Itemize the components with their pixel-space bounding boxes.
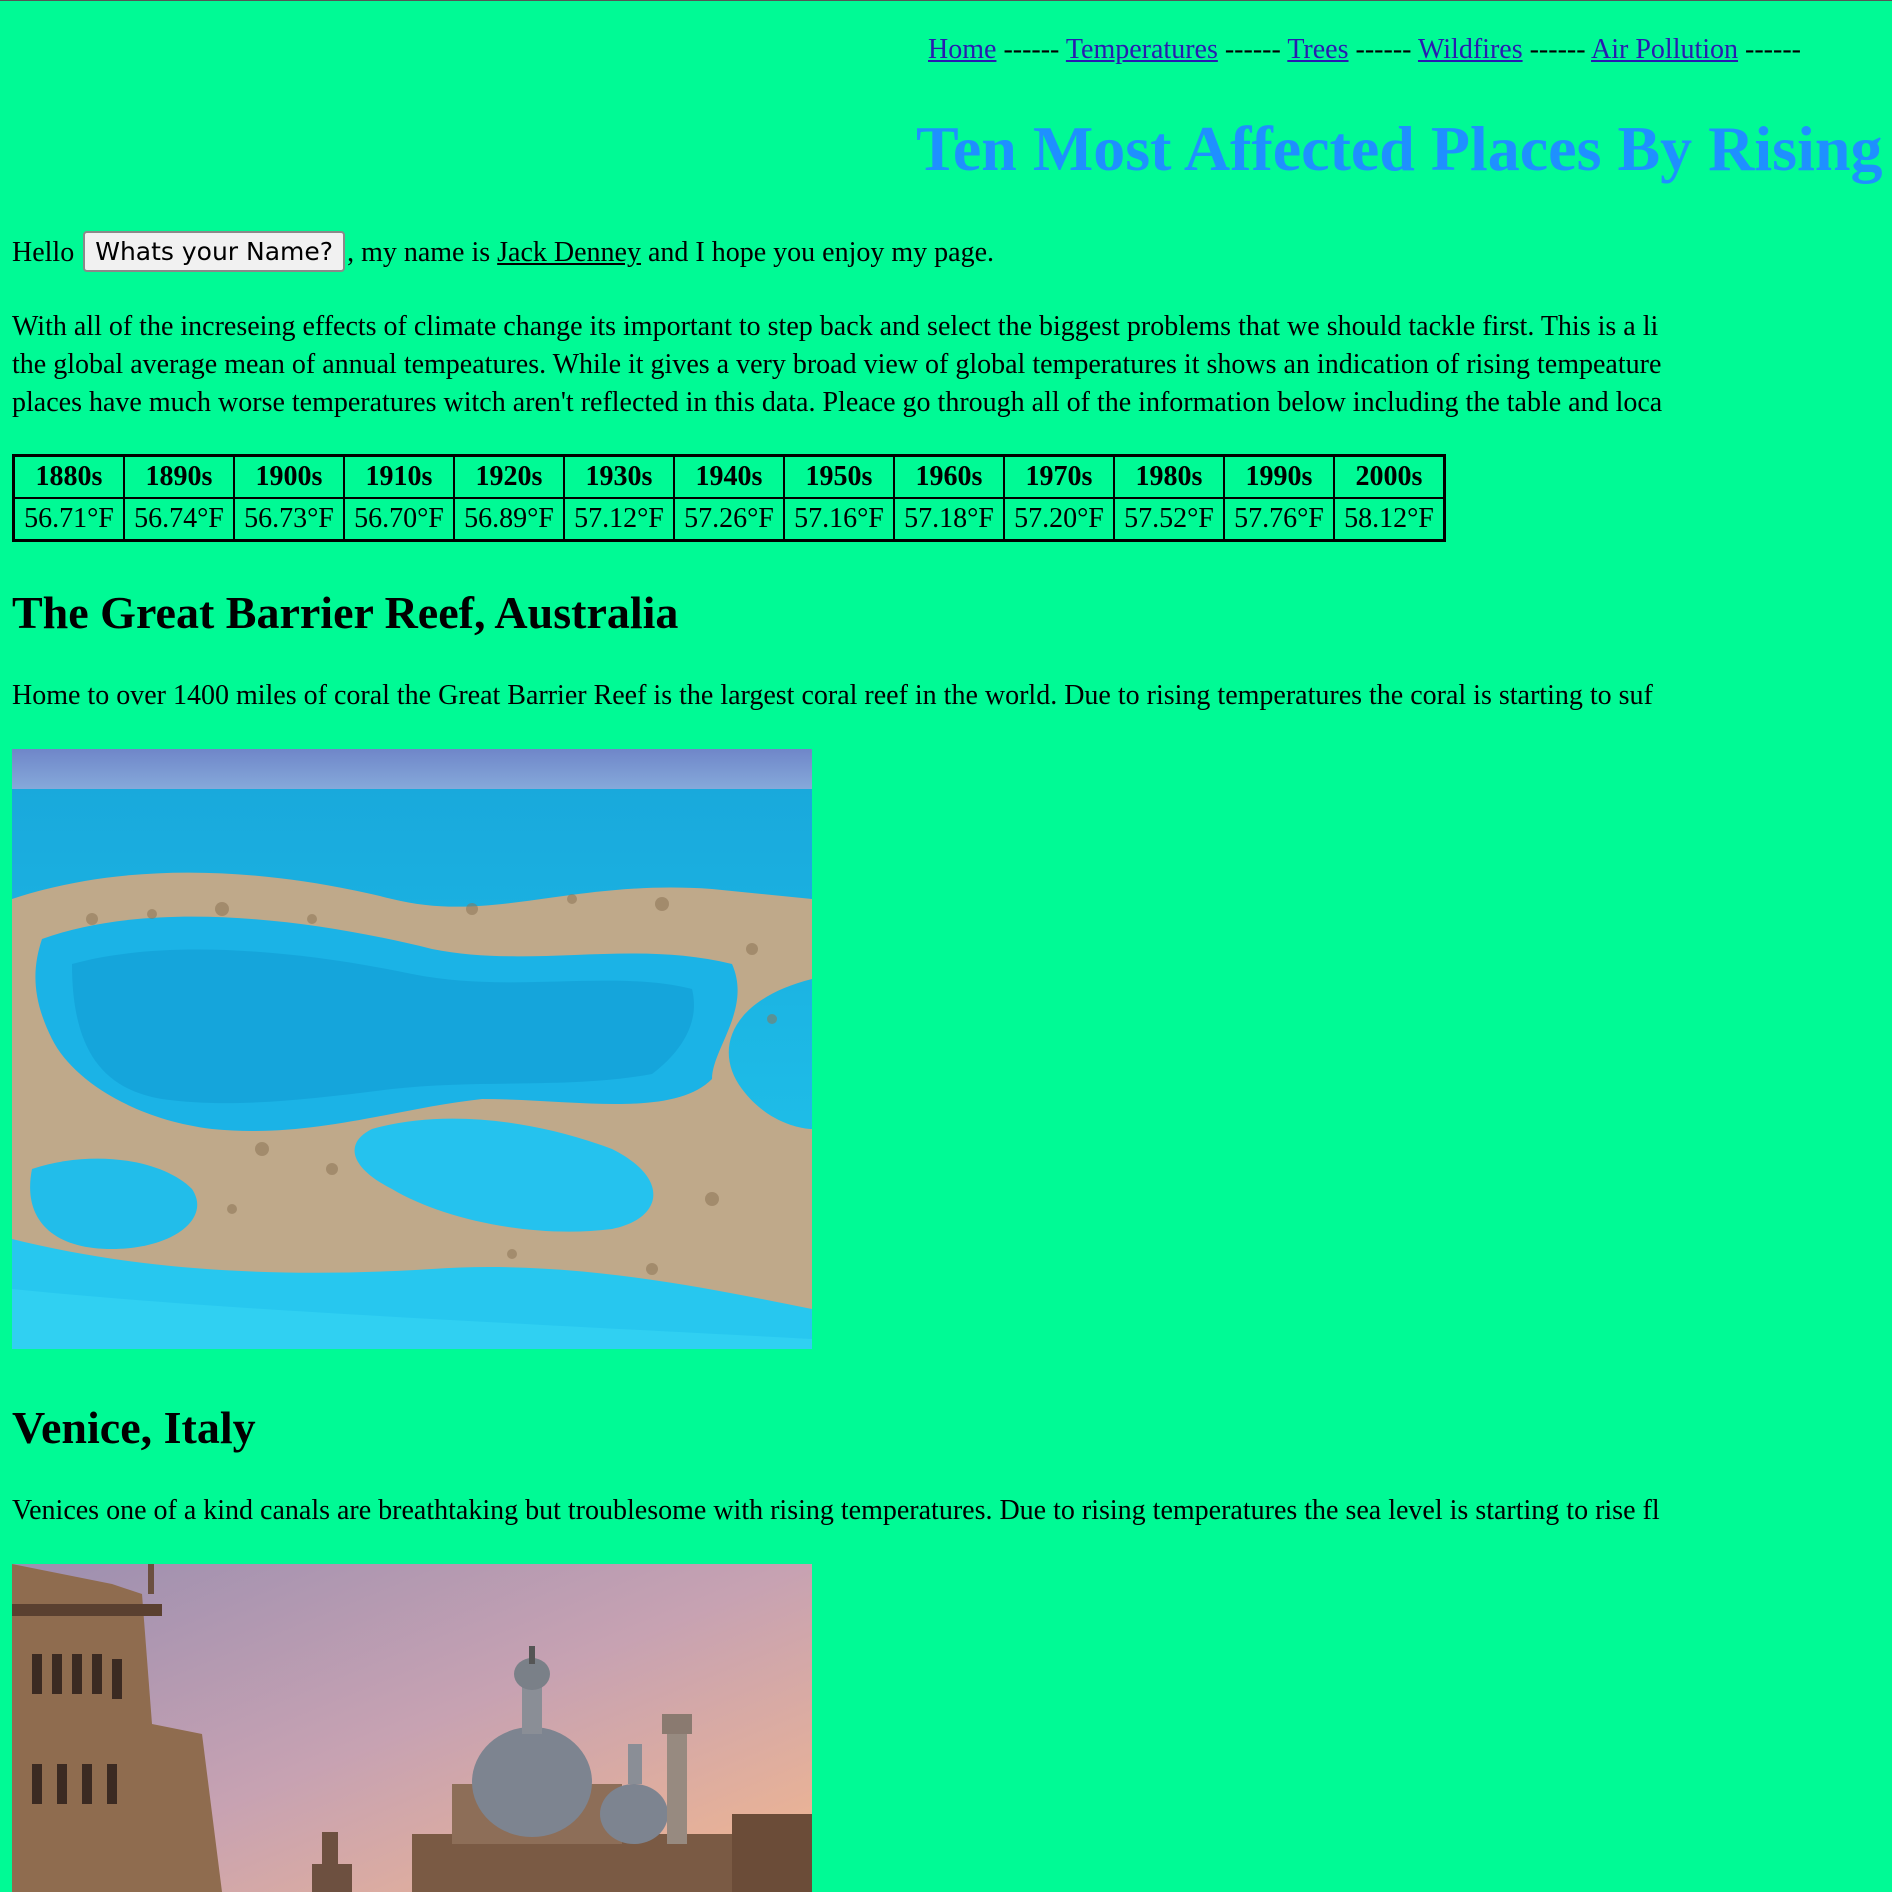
top-nav: Home ------ Temperatures ------ Trees --… xyxy=(928,34,1801,66)
table-header: 1930s xyxy=(564,456,674,498)
table-cell: 57.20°F xyxy=(1004,498,1114,540)
table-cell: 56.73°F xyxy=(234,498,344,540)
section-heading-great-barrier-reef: The Great Barrier Reef, Australia xyxy=(12,587,679,638)
section-text-venice: Venices one of a kind canals are breatht… xyxy=(12,1495,1660,1526)
table-cell: 57.12°F xyxy=(564,498,674,540)
nav-separator: ------ xyxy=(1355,34,1412,65)
table-header: 1970s xyxy=(1004,456,1114,498)
table-cell: 56.70°F xyxy=(344,498,454,540)
table-header: 1960s xyxy=(894,456,1004,498)
page-title: Ten Most Affected Places By Rising xyxy=(916,113,1883,184)
intro-line: With all of the increseing effects of cl… xyxy=(12,311,1659,342)
table-header: 1920s xyxy=(454,456,564,498)
venice-photo xyxy=(12,1564,812,1892)
table-header: 1940s xyxy=(674,456,784,498)
intro-paragraph: With all of the increseing effects of cl… xyxy=(12,308,1892,422)
great-barrier-reef-photo xyxy=(12,749,812,1349)
table-cell: 57.18°F xyxy=(894,498,1004,540)
greeting-hello: Hello xyxy=(12,236,75,268)
table-cell: 57.26°F xyxy=(674,498,784,540)
nav-link-wildfires[interactable]: Wildfires xyxy=(1418,34,1523,65)
table-cell: 58.12°F xyxy=(1334,498,1444,540)
author-link[interactable]: Jack Denney xyxy=(497,237,641,268)
greeting-middle: , my name is xyxy=(347,236,491,268)
nav-link-trees[interactable]: Trees xyxy=(1287,34,1348,65)
section-heading-venice: Venice, Italy xyxy=(12,1402,256,1453)
greeting-line: Hello Whats your Name?, my name is Jack … xyxy=(12,231,995,275)
table-header-row: 1880s 1890s 1900s 1910s 1920s 1930s 1940… xyxy=(14,456,1444,498)
table-header: 1890s xyxy=(124,456,234,498)
table-row: 56.71°F 56.74°F 56.73°F 56.70°F 56.89°F … xyxy=(14,498,1444,540)
nav-link-air-pollution[interactable]: Air Pollution xyxy=(1591,34,1738,65)
table-cell: 56.71°F xyxy=(14,498,124,540)
intro-line: places have much worse temperatures witc… xyxy=(12,387,1663,418)
nav-link-temperatures[interactable]: Temperatures xyxy=(1066,34,1218,65)
table-cell: 57.52°F xyxy=(1114,498,1224,540)
nav-link-home[interactable]: Home xyxy=(928,34,996,65)
greeting-end: and I hope you enjoy my page. xyxy=(647,236,995,268)
table-header: 2000s xyxy=(1334,456,1444,498)
table-header: 1980s xyxy=(1114,456,1224,498)
table-cell: 56.89°F xyxy=(454,498,564,540)
table-header: 1900s xyxy=(234,456,344,498)
nav-separator: ------ xyxy=(1745,34,1801,65)
table-cell: 56.74°F xyxy=(124,498,234,540)
nav-separator: ------ xyxy=(1224,34,1281,65)
whats-your-name-button[interactable]: Whats your Name? xyxy=(83,231,346,272)
temperature-table: 1880s 1890s 1900s 1910s 1920s 1930s 1940… xyxy=(12,454,1446,542)
table-header: 1950s xyxy=(784,456,894,498)
nav-separator: ------ xyxy=(1003,34,1060,65)
table-header: 1990s xyxy=(1224,456,1334,498)
nav-separator: ------ xyxy=(1529,34,1586,65)
table-cell: 57.16°F xyxy=(784,498,894,540)
table-cell: 57.76°F xyxy=(1224,498,1334,540)
section-text-great-barrier-reef: Home to over 1400 miles of coral the Gre… xyxy=(12,680,1653,711)
top-border xyxy=(0,0,1892,1)
table-header: 1910s xyxy=(344,456,454,498)
intro-line: the global average mean of annual tempea… xyxy=(12,349,1662,380)
table-header: 1880s xyxy=(14,456,124,498)
